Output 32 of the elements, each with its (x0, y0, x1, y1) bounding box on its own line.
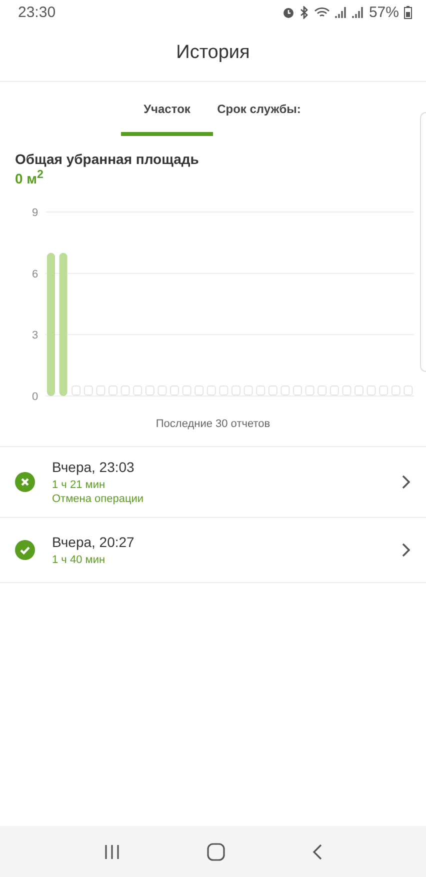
axis-tick-label: 9 (32, 206, 38, 219)
chevron-right-icon (402, 474, 410, 489)
axis-tick-label: 3 (32, 329, 38, 342)
clock-time: 23:30 (18, 4, 57, 21)
screen-title: История (176, 42, 250, 64)
signal-icon (334, 6, 347, 19)
cross-circle-icon (15, 472, 35, 492)
tab[interactable]: Срок службы: (213, 82, 305, 136)
session-row[interactable]: Вчера, 20:27 1 ч 40 мин (0, 516, 426, 582)
wifi-icon (314, 6, 330, 19)
axis-tick-label: 6 (32, 268, 38, 280)
axis-tick-label: 0 (32, 390, 38, 403)
rounded-square-icon (206, 842, 225, 860)
session-time: Вчера, 23:03 (52, 458, 134, 475)
battery-icon (404, 6, 412, 19)
three-lines-icon (104, 844, 120, 860)
session-time: Вчера, 20:27 (52, 534, 134, 550)
chart-caption: Последние 30 отчетов (156, 418, 270, 430)
section-title: Общая убранная площадь (15, 151, 199, 167)
session-duration: 1 ч 40 мин (52, 554, 106, 566)
session-note: Отмена операции (52, 492, 144, 505)
session-row[interactable]: Вчера, 23:03 1 ч 21 мин Отмена операции (0, 446, 426, 517)
signal-icon (352, 6, 364, 19)
chevron-left-icon (312, 844, 322, 860)
tab[interactable]: Участок (121, 82, 213, 136)
bluetooth-icon (300, 6, 309, 19)
session-duration: 1 ч 21 мин (52, 478, 106, 491)
chevron-right-icon (402, 542, 410, 557)
check-circle-icon (15, 540, 35, 560)
alarm-icon (282, 6, 295, 19)
battery-percent: 57% (368, 4, 399, 21)
area-value: 0 м$^{2}$ (15, 168, 44, 187)
